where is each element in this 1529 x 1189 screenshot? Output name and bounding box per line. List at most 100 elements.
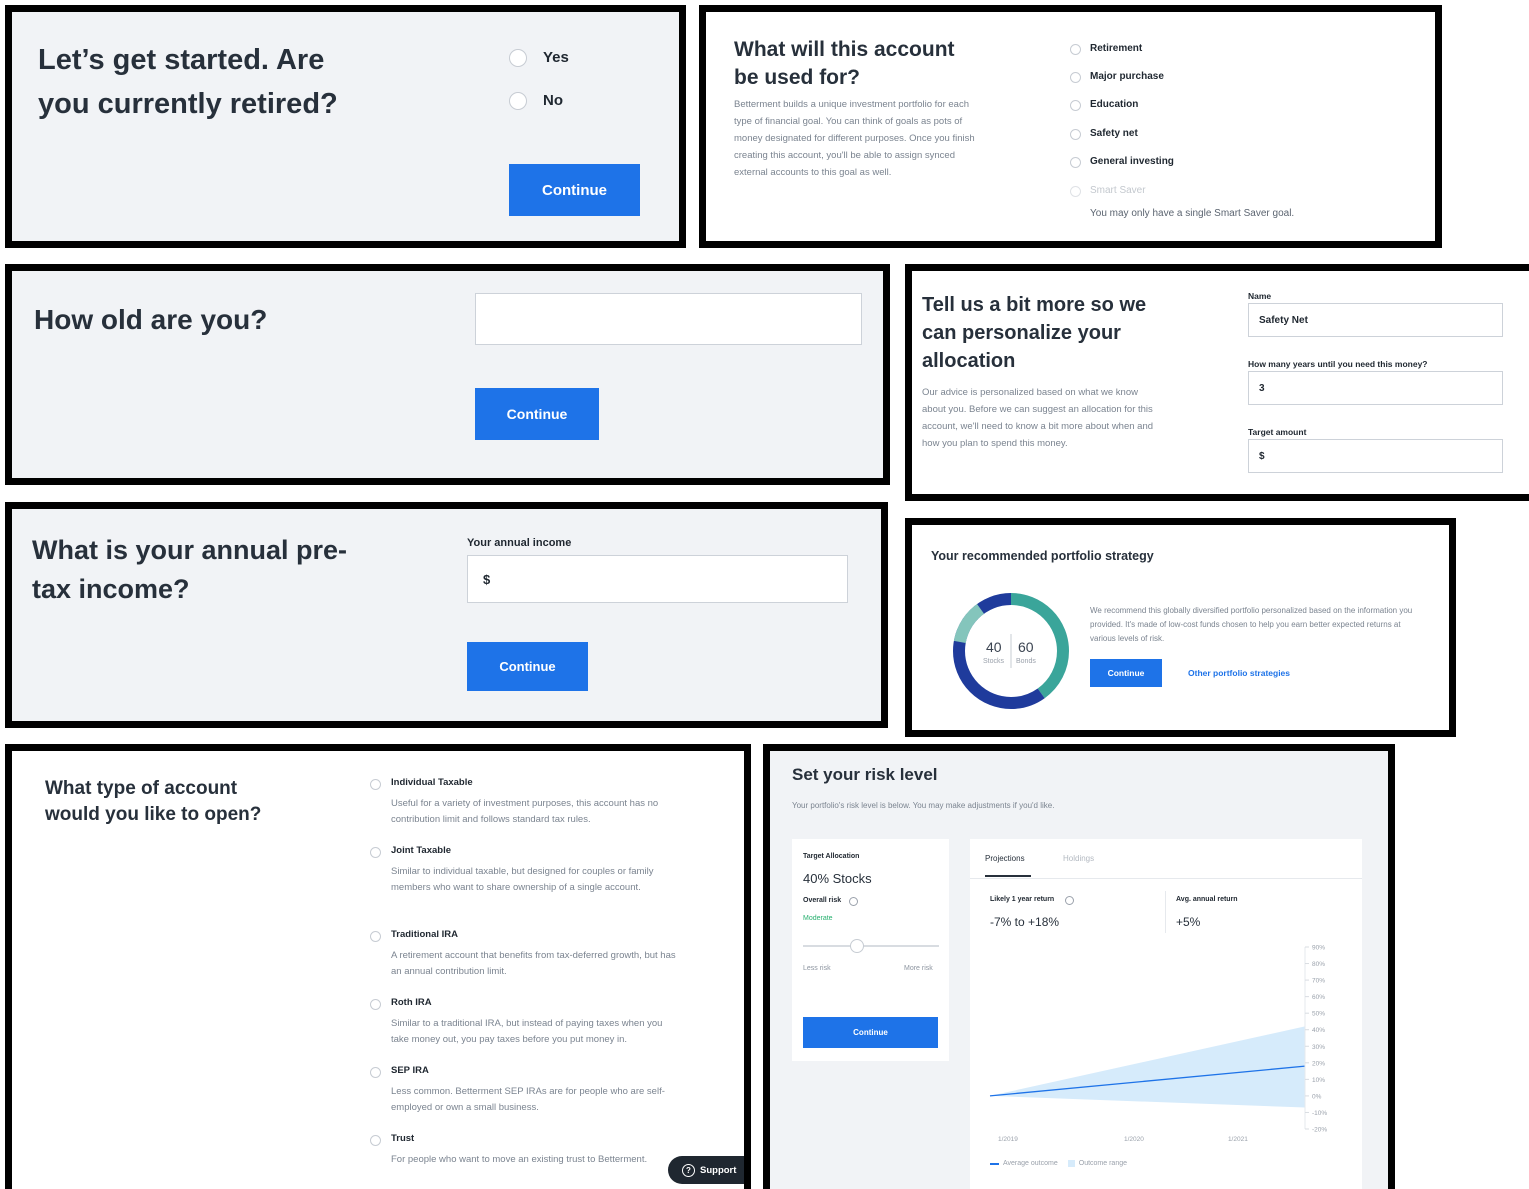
trust-radio[interactable] bbox=[370, 1135, 381, 1146]
y-tick-label: 90% bbox=[1312, 945, 1325, 952]
income-panel: What is your annual pre-tax income? Your… bbox=[5, 502, 888, 728]
risk-slider-track[interactable] bbox=[803, 945, 939, 947]
name-label: Name bbox=[1248, 291, 1272, 301]
purpose-description: Betterment builds a unique investment po… bbox=[734, 99, 975, 178]
income-continue-button[interactable]: Continue bbox=[467, 642, 588, 691]
likely-return-value: -7% to +18% bbox=[990, 915, 1060, 929]
y-tick-label: 10% bbox=[1312, 1077, 1325, 1084]
tab-projections[interactable]: Projections bbox=[985, 854, 1025, 863]
bonds-label: Bonds bbox=[1016, 658, 1036, 665]
yes-label[interactable]: Yes bbox=[543, 49, 569, 66]
name-field[interactable]: Safety Net bbox=[1248, 303, 1503, 337]
legend-range-label: Outcome range bbox=[1078, 1160, 1127, 1167]
target-allocation-value: 40% Stocks bbox=[803, 871, 872, 886]
safety-net-label[interactable]: Safety net bbox=[1090, 128, 1138, 139]
legend-range-swatch bbox=[1067, 1160, 1075, 1167]
traditional-ira-radio[interactable] bbox=[370, 931, 381, 942]
education-label[interactable]: Education bbox=[1090, 99, 1138, 110]
chart-legend: Average outcome Outcome range bbox=[990, 1160, 1127, 1167]
general-investing-radio[interactable] bbox=[1070, 157, 1081, 168]
trust-label[interactable]: Trust bbox=[391, 1133, 414, 1144]
other-strategies-link[interactable]: Other portfolio strategies bbox=[1188, 668, 1290, 678]
sep-ira-radio[interactable] bbox=[370, 1067, 381, 1078]
stocks-label: Stocks bbox=[983, 658, 1005, 665]
strategy-panel: Your recommended portfolio strategy 40 S… bbox=[905, 518, 1456, 737]
retired-panel: Let’s get started. Are you currently ret… bbox=[5, 5, 686, 248]
roth-ira-label[interactable]: Roth IRA bbox=[391, 997, 432, 1008]
tabs-divider bbox=[970, 878, 1362, 879]
age-continue-button[interactable]: Continue bbox=[475, 388, 599, 440]
risk-slider-handle[interactable] bbox=[850, 939, 865, 953]
general-investing-label[interactable]: General investing bbox=[1090, 156, 1174, 167]
major-purchase-radio[interactable] bbox=[1070, 72, 1081, 83]
smart-saver-note: You may only have a single Smart Saver g… bbox=[1090, 208, 1295, 219]
target-allocation-label: Target Allocation bbox=[803, 853, 860, 860]
tab-holdings[interactable]: Holdings bbox=[1063, 854, 1094, 863]
joint-taxable-radio[interactable] bbox=[370, 847, 381, 858]
stocks-value: 40 bbox=[986, 639, 1002, 655]
account-type-panel: What type of account would you like to o… bbox=[5, 744, 751, 1189]
age-panel: How old are you? Continue bbox=[5, 264, 890, 485]
individual-taxable-radio[interactable] bbox=[370, 779, 381, 790]
income-input[interactable]: $ bbox=[467, 555, 848, 603]
avg-return-value: +5% bbox=[1176, 915, 1201, 929]
roth-ira-radio[interactable] bbox=[370, 999, 381, 1010]
stats-divider bbox=[1165, 891, 1166, 933]
no-radio[interactable] bbox=[509, 92, 527, 110]
retired-continue-button[interactable]: Continue bbox=[509, 164, 640, 216]
retirement-radio[interactable] bbox=[1070, 44, 1081, 55]
joint-taxable-label[interactable]: Joint Taxable bbox=[391, 845, 451, 856]
personalize-title: Tell us a bit more so we can personalize… bbox=[922, 294, 1147, 372]
retirement-label[interactable]: Retirement bbox=[1090, 43, 1142, 54]
support-button[interactable]: ? Support bbox=[668, 1156, 744, 1184]
y-tick-label: 20% bbox=[1312, 1060, 1325, 1067]
more-risk-label: More risk bbox=[904, 965, 933, 972]
x-tick-label: 1/2020 bbox=[1124, 1136, 1144, 1143]
help-icon: ? bbox=[682, 1163, 695, 1177]
likely-return-label: Likely 1 year return bbox=[990, 896, 1055, 903]
years-field-value: 3 bbox=[1259, 382, 1265, 394]
target-amount-label: Target amount bbox=[1248, 427, 1307, 437]
yes-radio[interactable] bbox=[509, 49, 527, 67]
tab-projections-underline bbox=[985, 875, 1031, 877]
retired-title: Let’s get started. Are you currently ret… bbox=[38, 44, 338, 120]
target-allocation-card: Target Allocation 40% Stocks Overall ris… bbox=[792, 839, 949, 1061]
target-amount-field[interactable]: $ bbox=[1248, 439, 1503, 473]
years-field[interactable]: 3 bbox=[1248, 371, 1503, 405]
age-input[interactable] bbox=[475, 293, 862, 345]
strategy-title: Your recommended portfolio strategy bbox=[931, 549, 1154, 563]
risk-continue-button[interactable]: Continue bbox=[803, 1017, 938, 1048]
traditional-ira-desc: A retirement account that benefits from … bbox=[391, 950, 676, 977]
overall-risk-info-icon bbox=[849, 897, 858, 906]
legend-average-swatch bbox=[990, 1162, 999, 1165]
y-tick-label: -20% bbox=[1312, 1127, 1327, 1134]
roth-ira-desc: Similar to a traditional IRA, but instea… bbox=[391, 1018, 663, 1045]
avg-return-label: Avg. annual return bbox=[1176, 896, 1238, 903]
risk-subtitle: Your portfolio's risk level is below. Yo… bbox=[792, 801, 1055, 810]
y-tick-label: 30% bbox=[1312, 1044, 1325, 1051]
likely-return-info-icon bbox=[1065, 896, 1074, 905]
education-radio[interactable] bbox=[1070, 100, 1081, 111]
traditional-ira-label[interactable]: Traditional IRA bbox=[391, 929, 458, 940]
strategy-description: We recommend this globally diversified p… bbox=[1090, 606, 1413, 643]
y-tick-label: 40% bbox=[1312, 1027, 1325, 1034]
no-label[interactable]: No bbox=[543, 92, 563, 109]
overall-risk-value: Moderate bbox=[803, 915, 833, 922]
y-tick-label: 80% bbox=[1312, 961, 1325, 968]
y-tick-label: 70% bbox=[1312, 978, 1325, 985]
age-title: How old are you? bbox=[34, 304, 268, 335]
overall-risk-label: Overall risk bbox=[803, 897, 842, 904]
trust-desc: For people who want to move an existing … bbox=[391, 1154, 648, 1165]
safety-net-radio[interactable] bbox=[1070, 129, 1081, 140]
major-purchase-label[interactable]: Major purchase bbox=[1090, 71, 1164, 82]
sep-ira-label[interactable]: SEP IRA bbox=[391, 1065, 429, 1076]
portfolio-donut bbox=[953, 593, 1069, 709]
y-tick-label: -10% bbox=[1312, 1110, 1327, 1117]
account-type-title: What type of account would you like to o… bbox=[45, 778, 262, 825]
income-title: What is your annual pre-tax income? bbox=[32, 535, 348, 604]
y-tick-label: 50% bbox=[1312, 1011, 1325, 1018]
income-label: Your annual income bbox=[467, 537, 572, 549]
target-amount-value: $ bbox=[1259, 450, 1265, 462]
strategy-continue-button[interactable]: Continue bbox=[1090, 659, 1162, 687]
individual-taxable-label[interactable]: Individual Taxable bbox=[391, 777, 473, 788]
